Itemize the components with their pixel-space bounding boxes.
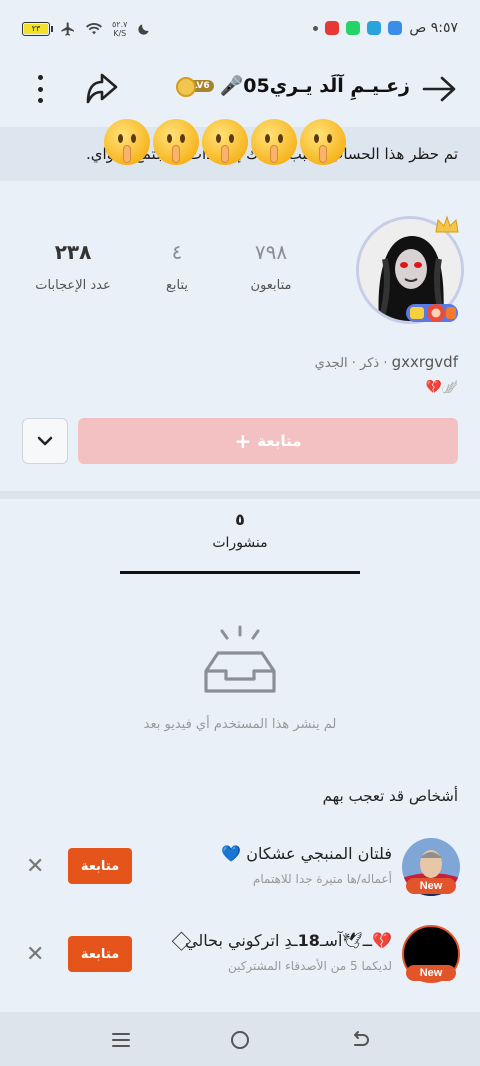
moon-icon <box>138 24 150 35</box>
shushing-face-emoji <box>202 119 248 165</box>
more-actions-dropdown[interactable] <box>22 418 68 464</box>
profile-header: LV6 🎤زعـيـمِ آلَد يـري05 <box>0 60 480 124</box>
display-name: 🎤زعـيـمِ آلَد يـري05 <box>219 75 410 97</box>
shushing-face-emoji <box>251 119 297 165</box>
username: gxxrgvdf <box>391 353 458 371</box>
shushing-face-emoji <box>104 119 150 165</box>
tab-posts[interactable]: ٥ منشورات <box>120 510 360 574</box>
posts-count: ٥ <box>235 510 245 529</box>
shushing-face-emoji <box>300 119 346 165</box>
status-bar: ٢٣ ٥٢.٧ K/S ٩:٥٧ ص <box>0 0 480 60</box>
airplane-icon <box>61 22 74 36</box>
section-divider <box>0 491 480 499</box>
profile-title: LV6 🎤زعـيـمِ آلَد يـري05 <box>175 74 410 97</box>
suggestion-row[interactable]: New فلتان المنبجي عشكان 💙 أعماله/ها متير… <box>0 838 480 918</box>
suggestion-follow-button[interactable]: متابعة <box>68 936 132 972</box>
clock: ٩:٥٧ ص <box>409 20 458 36</box>
telegram-icon <box>367 21 382 35</box>
suggestion-row[interactable]: New ⁦⃟ــ🕊آسـ𝟭𝟴ـدِ اتركوني بحالي💔⁩ لديكما… <box>0 925 480 1005</box>
wifi-icon <box>86 23 102 35</box>
likes-stat: ٢٣٨ عدد الإعجابات <box>28 240 118 293</box>
photos-app-icon <box>325 21 340 35</box>
new-badge: New <box>406 878 456 894</box>
following-label: يتابع <box>165 278 189 293</box>
profile-bio: 💔🪽 <box>425 380 458 395</box>
notification-dot-icon <box>313 25 319 31</box>
tab-active-indicator <box>120 571 360 574</box>
followers-stat[interactable]: ٧٩٨ متابعون <box>226 240 316 293</box>
suggestion-name[interactable]: ⁦⃟ــ🕊آسـ𝟭𝟴ـدِ اتركوني بحالي💔⁩ <box>185 931 392 951</box>
back-arrow-icon[interactable] <box>420 74 460 104</box>
recent-apps-icon[interactable] <box>110 1029 132 1051</box>
whatsapp-icon <box>346 21 361 35</box>
profile-meta: gxxrgvdf · ذكر · الجدي <box>314 353 458 371</box>
zodiac: الجدي <box>314 356 348 371</box>
likes-label: عدد الإعجابات <box>35 278 111 293</box>
new-badge: New <box>406 965 456 981</box>
followers-label: متابعون <box>250 278 292 293</box>
home-icon[interactable] <box>229 1029 251 1051</box>
speed-unit: K/S <box>113 29 127 38</box>
suggestions-title: أشخاص قد تعجب بهم <box>322 787 458 805</box>
posts-label: منشورات <box>212 535 268 551</box>
dismiss-close-icon[interactable]: ✕ <box>26 942 44 967</box>
battery-level: ٢٣ <box>24 24 48 34</box>
chevron-down-icon <box>37 436 53 446</box>
system-navigation-bar <box>0 1012 480 1066</box>
shush-emoji-row <box>104 119 346 165</box>
dismiss-close-icon[interactable]: ✕ <box>26 854 44 879</box>
profile-stats: ٧٩٨ متابعون ٤ يتابع ٢٣٨ عدد الإعجابات <box>20 240 320 310</box>
suggestion-subtitle: أعماله/ها متيرة جدا للاهتمام <box>252 872 392 886</box>
empty-inbox-icon <box>204 625 276 693</box>
gender: ذكر <box>360 356 380 371</box>
video-app-icon <box>388 21 403 35</box>
level-badge: LV6 <box>175 76 214 97</box>
follow-button[interactable]: + متابعة <box>78 418 458 464</box>
more-options-icon[interactable] <box>28 73 52 105</box>
follow-label: متابعة <box>257 432 302 450</box>
suggestion-follow-button[interactable]: متابعة <box>68 848 132 884</box>
following-count: ٤ <box>171 240 183 264</box>
shushing-face-emoji <box>153 119 199 165</box>
network-speed: ٥٢.٧ K/S <box>112 20 127 38</box>
suggestion-subtitle: لديكما 5 من الأصدقاء المشتركين <box>227 959 392 973</box>
status-right: ٩:٥٧ ص <box>313 20 458 36</box>
following-stat[interactable]: ٤ يتابع <box>132 240 222 293</box>
battery-icon: ٢٣ <box>22 22 53 36</box>
suggestion-name[interactable]: فلتان المنبجي عشكان 💙 <box>221 844 392 863</box>
camera-frame-decoration-icon <box>406 304 458 322</box>
speed-value: ٥٢.٧ <box>112 20 128 29</box>
crown-icon <box>435 215 459 233</box>
followers-count: ٧٩٨ <box>254 240 288 264</box>
status-left: ٢٣ ٥٢.٧ K/S <box>22 20 151 38</box>
plus-icon: + <box>234 429 252 453</box>
back-nav-icon[interactable] <box>349 1029 371 1051</box>
empty-state-text: لم ينشر هذا المستخدم أي فيديو بعد <box>143 717 337 732</box>
share-icon[interactable] <box>82 70 122 108</box>
likes-count: ٢٣٨ <box>54 240 92 264</box>
